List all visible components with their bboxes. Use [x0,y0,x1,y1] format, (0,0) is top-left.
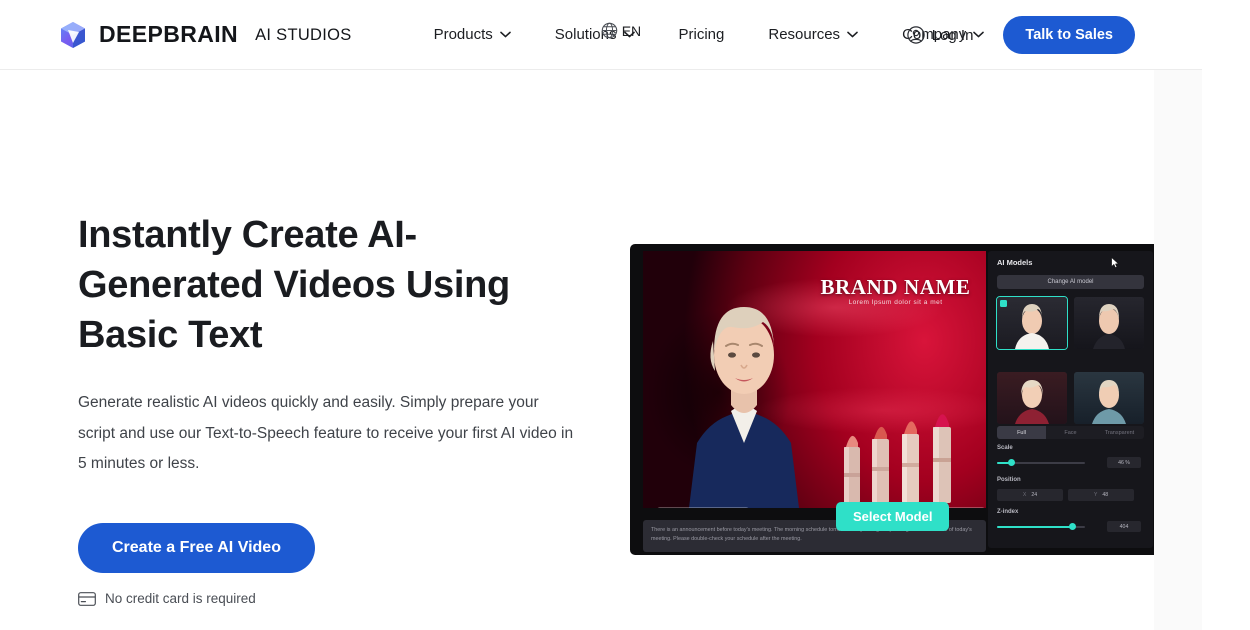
model-card[interactable]: Nina Studio [996,296,1068,350]
user-circle-icon [907,26,925,44]
login-link[interactable]: Log In [907,26,974,44]
brand-name: DEEPBRAIN [99,21,239,47]
cube-logo-icon [61,21,85,48]
language-selector[interactable]: EN [601,22,641,39]
brand-logo-link[interactable]: DEEPBRAIN AI STUDIOS [58,20,352,50]
canvas-brand-tagline: Lorem Ipsum dolor sit a met [848,299,943,306]
scale-slider-track[interactable] [997,459,1085,466]
ai-presenter-avatar [689,307,799,508]
page-root: DEEPBRAIN AI STUDIOS Products Solutions … [0,0,1202,630]
position-fields: X 24 Y 48 [997,489,1134,501]
hero-copy: Instantly Create AI-Generated Videos Usi… [78,210,598,606]
globe-icon [601,22,617,39]
hero-section: Instantly Create AI-Generated Videos Usi… [0,70,1202,630]
tab-full[interactable]: Full [997,426,1046,439]
site-header: DEEPBRAIN AI STUDIOS Products Solutions … [0,0,1202,70]
position-x-value: 24 [1031,492,1038,498]
model-grid: Nina Studio Nina Casual [996,296,1144,424]
position-y-value: 48 [1102,492,1109,498]
position-x-field[interactable]: X 24 [997,489,1063,501]
nav-label: Products [433,26,493,43]
zindex-slider-knob[interactable] [1069,523,1077,530]
ai-models-panel: AI Models Change AI model Nina Studio [988,251,1153,548]
scale-value[interactable]: 46 % [1107,457,1141,468]
model-card[interactable]: Catherine Suit [1074,372,1144,424]
grid-row-spacer [997,356,1067,365]
language-label: EN [621,22,642,39]
zindex-label: Z-index [997,509,1019,515]
tab-face[interactable]: Face [1046,426,1095,439]
video-canvas[interactable]: BRAND NAME Lorem Ipsum dolor sit a met [643,251,986,508]
model-avatar-2 [1093,304,1125,349]
page-title: Instantly Create AI-Generated Videos Usi… [78,214,510,357]
canvas-brand-name: BRAND NAME [820,275,971,299]
tab-transparent[interactable]: Transparent [1095,426,1144,439]
nav-item-pricing[interactable]: Pricing [657,26,747,43]
model-selected-check-icon [1000,300,1007,307]
model-avatar-3 [1015,380,1049,424]
zindex-slider-fill [997,525,1073,528]
chevron-down-icon [499,31,511,38]
lipstick-products-image [844,414,951,503]
product-mockup: BRAND NAME Lorem Ipsum dolor sit a met T… [630,244,1180,555]
zindex-slider-track[interactable] [997,523,1085,530]
nav-label: Resources [768,26,841,43]
position-x-key: X [1022,492,1027,498]
position-y-field[interactable]: Y 48 [1068,489,1134,501]
change-ai-model-button[interactable]: Change AI model [997,275,1144,289]
panel-title: AI Models [997,258,1033,267]
header-actions: EN Log In Talk to Sales [601,0,1202,70]
model-avatar-4 [1092,380,1126,424]
duration-chip-2[interactable]: 1.4s [943,507,985,508]
mouse-cursor-icon [1111,257,1119,268]
model-view-tabs: Full Face Transparent [997,426,1144,439]
talk-to-sales-button[interactable]: Talk to Sales [1003,16,1135,54]
nav-item-resources[interactable]: Resources [746,26,880,43]
language-track-chip[interactable]: English - Original Sound [657,507,749,508]
nav-label: Pricing [678,26,725,43]
no-credit-card-label: No credit card is required [105,591,256,607]
grid-row-spacer [1074,356,1144,365]
nav-item-products[interactable]: Products [412,26,533,43]
position-label: Position [997,477,1021,483]
hero-description: Generate realistic AI videos quickly and… [78,394,574,472]
select-model-tooltip[interactable]: Select Model [836,502,950,531]
page-scroll-gutter[interactable] [1154,0,1202,630]
login-label: Log In [931,26,974,44]
scale-label: Scale [997,445,1013,451]
brand-subtitle: AI STUDIOS [255,26,352,44]
scale-slider-knob[interactable] [1007,459,1015,466]
position-y-key: Y [1093,492,1098,498]
model-avatar-1 [1015,304,1049,349]
model-card[interactable]: Nina Casual [1074,297,1144,349]
create-free-ai-video-button[interactable]: Create a Free AI Video [78,523,315,574]
zindex-value[interactable]: 404 [1107,521,1141,532]
zindex-slider[interactable]: 404 [997,521,1141,532]
credit-card-icon [78,591,96,606]
model-card[interactable]: Elizabeth [997,372,1067,424]
scale-slider[interactable]: 46 % [997,457,1141,468]
chevron-down-icon [847,31,858,38]
no-credit-card-note: No credit card is required [78,591,598,606]
